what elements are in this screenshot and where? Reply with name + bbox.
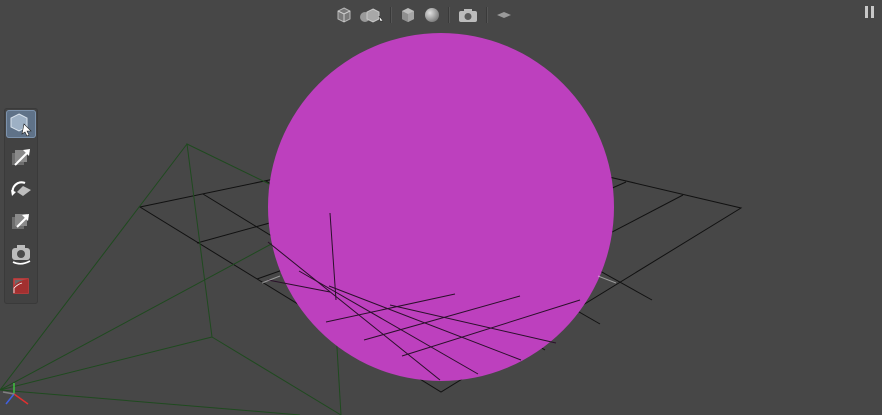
pause-icon[interactable]: [862, 6, 876, 20]
toolbar-separator: [390, 7, 392, 23]
scale-arrow-icon: [12, 214, 29, 229]
pause-bar: [870, 6, 874, 18]
move-tool[interactable]: [6, 144, 36, 172]
select-tool[interactable]: [6, 110, 36, 138]
scene-canvas[interactable]: [0, 0, 882, 415]
camera-orbit-icon: [12, 245, 31, 265]
toolbar-separator: [448, 7, 450, 23]
rotate-arrow-icon: [11, 181, 31, 196]
multi-object-icon[interactable]: [358, 5, 384, 25]
shaded-sphere-icon[interactable]: [422, 5, 442, 25]
rotate-tool[interactable]: [6, 176, 36, 204]
red-swatch-icon: [13, 278, 29, 294]
solid-cube-icon[interactable]: [398, 5, 418, 25]
cube-cursor-icon: [10, 113, 32, 136]
camera-icon[interactable]: [456, 5, 480, 25]
3d-viewport[interactable]: [0, 0, 882, 415]
toolbar-separator: [486, 7, 488, 23]
left-toolbar: [4, 108, 38, 304]
material-tool[interactable]: [6, 272, 36, 300]
wireframe-cube-icon[interactable]: [334, 5, 354, 25]
camera-tool[interactable]: [6, 240, 36, 268]
top-toolbar: [334, 4, 514, 26]
plane-toggle-icon[interactable]: [494, 5, 514, 25]
move-arrow-icon: [12, 149, 30, 166]
pause-bar: [864, 6, 868, 18]
scale-tool[interactable]: [6, 208, 36, 236]
